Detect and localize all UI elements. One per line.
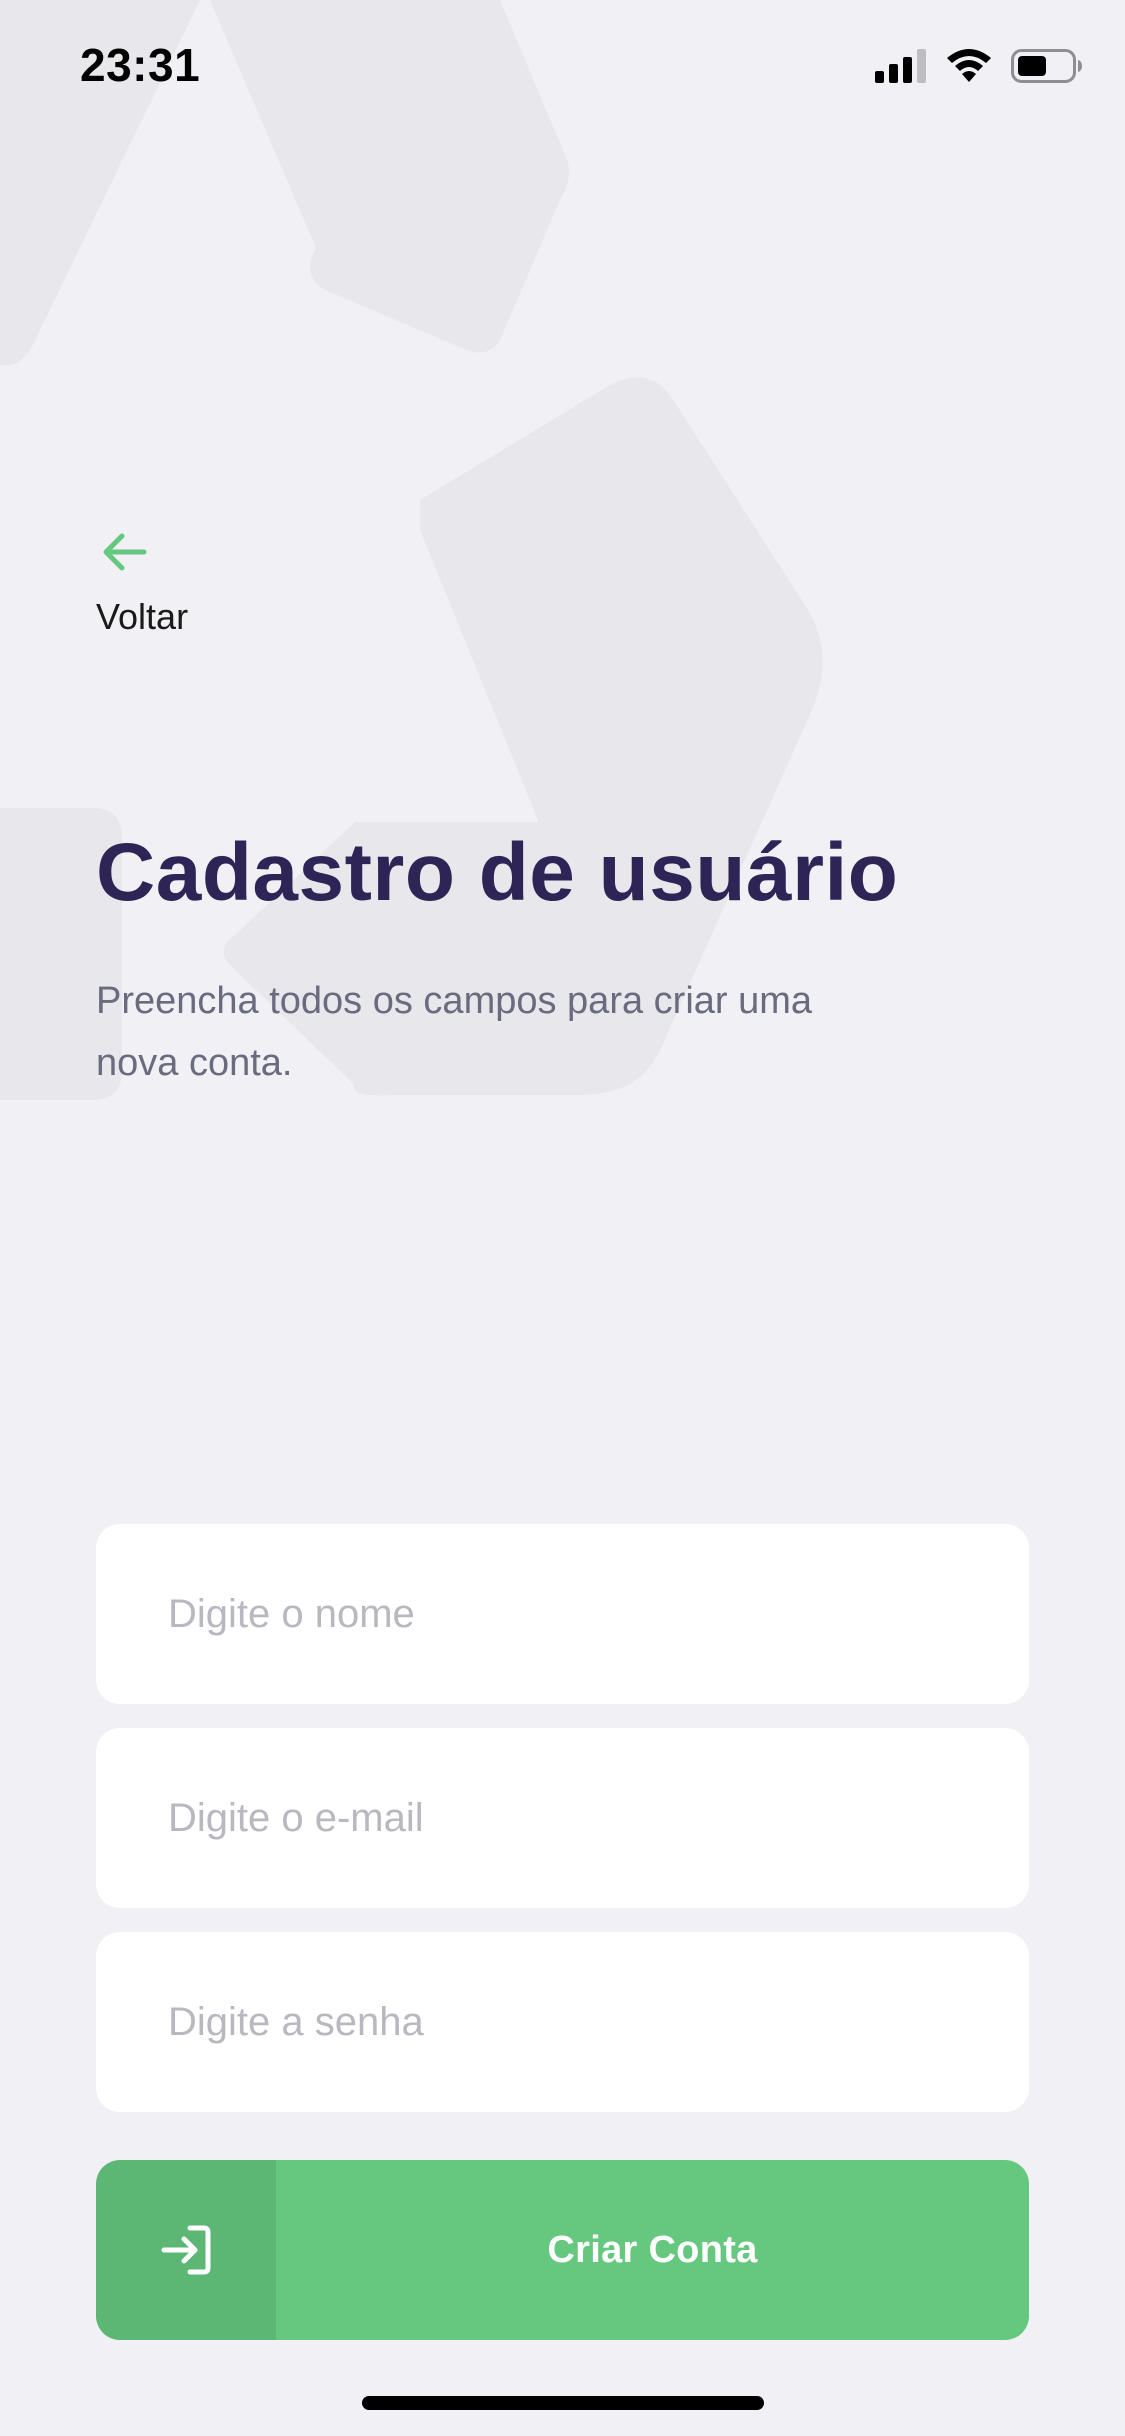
back-button[interactable]: Voltar — [96, 530, 188, 638]
name-input[interactable] — [96, 1524, 1029, 1704]
home-indicator — [362, 2396, 764, 2410]
password-field[interactable] — [96, 1932, 1029, 2112]
create-account-button[interactable]: Criar Conta — [96, 2160, 1029, 2340]
status-bar: 23:31 — [0, 0, 1125, 140]
submit-icon-box — [96, 2160, 276, 2340]
signal-icon — [875, 49, 926, 83]
log-in-icon — [161, 2225, 211, 2275]
email-field[interactable] — [96, 1728, 1029, 1908]
email-input[interactable] — [96, 1728, 1029, 1908]
wifi-icon — [947, 49, 991, 82]
password-input[interactable] — [96, 1932, 1029, 2112]
page-subtitle: Preencha todos os campos para criar uma … — [96, 980, 813, 1084]
arrow-left-icon — [103, 533, 147, 571]
status-icons — [875, 48, 1083, 84]
create-account-label: Criar Conta — [547, 2228, 758, 2271]
battery-icon — [1011, 49, 1082, 83]
page-title: Cadastro de usuário — [96, 827, 899, 918]
name-field[interactable] — [96, 1524, 1029, 1704]
status-time: 23:31 — [80, 39, 201, 91]
back-label: Voltar — [96, 596, 189, 637]
submit-label-box: Criar Conta — [276, 2160, 1029, 2340]
